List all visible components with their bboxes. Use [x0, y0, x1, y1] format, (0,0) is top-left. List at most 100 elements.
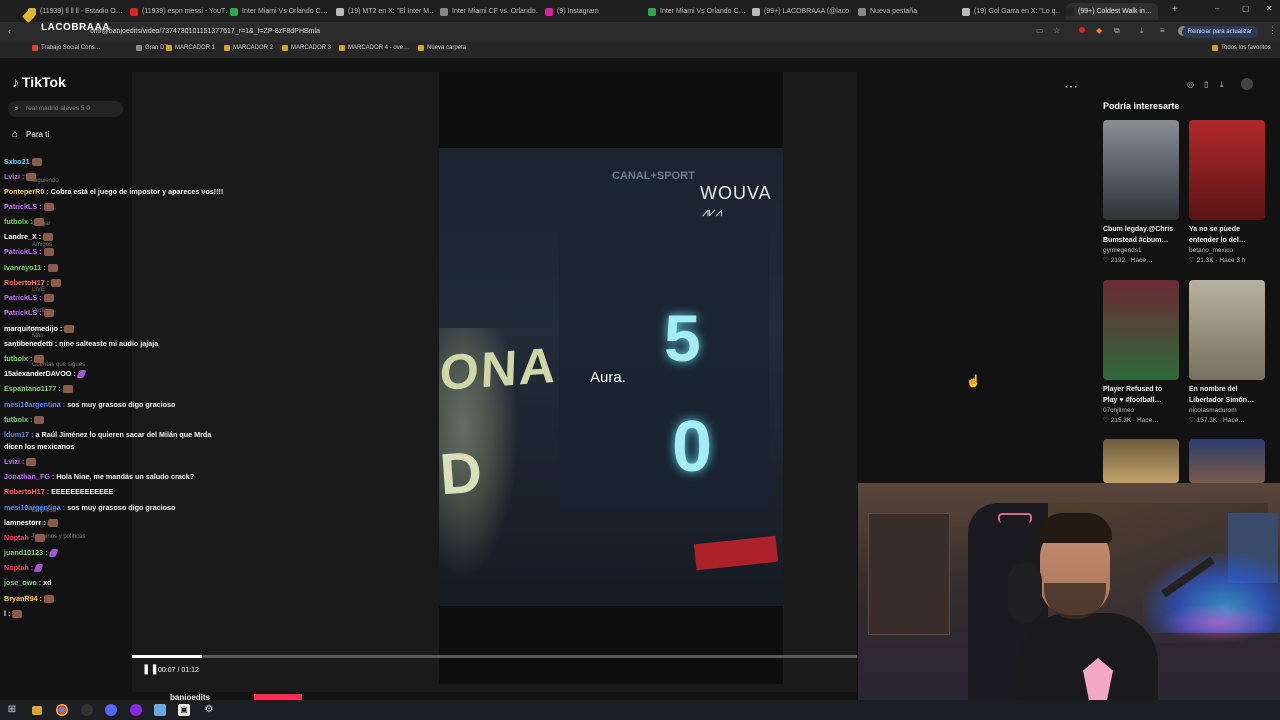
chat-username[interactable]: Noptah : [4, 533, 33, 542]
video-thumbnail[interactable] [1189, 280, 1265, 380]
maximize-icon[interactable]: ▢ [1242, 4, 1250, 13]
video-caption-line[interactable]: Cbum legday.@Chris [1103, 224, 1179, 235]
chat-username[interactable]: Jonathan_FG : [4, 472, 54, 481]
chat-username[interactable]: Espantano1177 : [4, 384, 61, 393]
user-avatar[interactable] [1241, 78, 1253, 90]
bookmark-item[interactable]: MARCADOR 3 [282, 45, 331, 51]
video-author[interactable]: betano_mexico [1189, 246, 1265, 256]
chat-username[interactable]: 15alexanderDAVOO : [4, 369, 76, 378]
chat-username[interactable]: futbolx : [4, 415, 32, 424]
chat-username[interactable]: PatrickLS : [4, 293, 42, 302]
file-explorer-icon[interactable] [32, 706, 42, 715]
star-icon[interactable]: ☆ [1053, 26, 1060, 35]
url-field[interactable]: om/@banjoedits/video/7374730101151377617… [90, 25, 1030, 39]
chat-username[interactable]: Noptah : [4, 563, 33, 572]
recommended-video-card[interactable]: Player Refused to Play ♥ #football… 07chjl… [1103, 280, 1179, 426]
chat-username[interactable]: mesi10argentina : [4, 400, 65, 409]
recommended-video-card[interactable]: Ya no se puede entender lo del… betano_mex… [1189, 120, 1265, 266]
device-icon[interactable]: ▯ [1204, 80, 1208, 89]
browser-tab[interactable]: Inter Miami CF vs. Orlando… [440, 3, 538, 20]
browser-tab[interactable]: Inter Miami Vs Orlando C… [648, 3, 746, 20]
windows-start-icon[interactable]: ⊞ [6, 704, 18, 716]
video-thumbnail[interactable] [1189, 120, 1265, 220]
all-bookmarks[interactable]: Todos los favoritos [1212, 45, 1271, 51]
search-input[interactable]: ⌕ real madrid alaves 5 0 [8, 101, 123, 117]
chat-username[interactable]: futbolx : [4, 217, 32, 226]
chat-username[interactable]: dicen los mexicanos [4, 442, 74, 451]
tab-search-icon[interactable]: ≡ [1160, 26, 1165, 35]
compass-icon[interactable]: ◎ [1187, 80, 1194, 89]
more-options-icon[interactable]: ⋯ [1064, 78, 1078, 95]
browser-tab[interactable]: Inter Miami Vs Orlando C… [230, 3, 328, 20]
brave-icon[interactable]: ◆ [1096, 26, 1102, 35]
chat-username[interactable]: PatrickLS : [4, 202, 42, 211]
chat-username[interactable]: Sxbo21 [4, 157, 30, 166]
chat-username[interactable]: l : [4, 609, 10, 618]
chat-username[interactable]: mesi10argentina : [4, 503, 65, 512]
nav-for-you[interactable]: ⌂ Para ti [12, 129, 49, 140]
video-caption-line[interactable]: Libertador Simón… [1189, 395, 1265, 406]
video-author[interactable]: nicolasmadurom [1189, 406, 1265, 416]
obs-icon[interactable] [81, 704, 93, 716]
chat-username[interactable]: futbolx : [4, 354, 32, 363]
browser-tab[interactable]: (11939) ll ll ll - Estadio O… [28, 3, 126, 20]
chat-username[interactable]: PatrickLS : [4, 308, 42, 317]
video-thumbnail[interactable] [1189, 439, 1265, 483]
video-thumbnail[interactable] [1103, 120, 1179, 220]
chat-username[interactable]: Lvizi : [4, 172, 24, 181]
video-progress-bar[interactable] [132, 655, 857, 658]
chat-username[interactable]: santibenedetti : [4, 339, 57, 348]
chat-username[interactable]: RobertoH17 : [4, 278, 49, 287]
settings-gear-icon[interactable]: ⚙ [203, 704, 215, 716]
chat-username[interactable]: ldum17 : [4, 430, 34, 439]
chat-username[interactable]: PonteperR0 : [4, 187, 49, 196]
chrome-icon[interactable] [56, 704, 68, 716]
video-caption-line[interactable]: Player Refused to [1103, 384, 1179, 395]
chat-username[interactable]: juand10123 : [4, 548, 48, 557]
video-thumbnail[interactable] [1103, 280, 1179, 380]
pause-icon[interactable]: ❚❚ [142, 664, 159, 675]
capture-icon[interactable]: ▣ [178, 704, 190, 716]
menu-icon[interactable]: ⋮ [1268, 25, 1277, 36]
discord-icon[interactable] [105, 704, 117, 716]
video-caption-line[interactable]: Ya no se puede [1189, 224, 1265, 235]
minimize-icon[interactable]: – [1215, 4, 1219, 13]
new-tab-icon[interactable]: + [1172, 4, 1178, 15]
chat-username[interactable]: lamnestorr : [4, 518, 46, 527]
video-author[interactable]: 07chjllmeo [1103, 406, 1179, 416]
download-app-icon[interactable]: ⤓ [1220, 80, 1224, 90]
chat-username[interactable]: Landre_X : [4, 232, 41, 241]
cast-icon[interactable]: ▭ [1036, 26, 1044, 35]
download-icon[interactable]: ⤓ [1140, 26, 1144, 36]
browser-tab[interactable]: (9) Instagram [545, 3, 643, 20]
chat-username[interactable]: marquitomedijo : [4, 324, 62, 333]
bookmark-item[interactable]: MARCADOR 4 - ove… [339, 45, 409, 51]
video-caption-line[interactable]: En nombre del [1189, 384, 1265, 395]
extensions-icon[interactable]: ⧉ [1114, 26, 1120, 36]
app-icon[interactable] [130, 704, 142, 716]
browser-tab[interactable]: (11939) espn messi - YouT… [130, 3, 228, 20]
chat-username[interactable]: Lvizi : [4, 457, 24, 466]
browser-tab[interactable]: (19) Gol Garra en X: "Lo q… [962, 3, 1060, 20]
video-caption-line[interactable]: Play ♥ #football… [1103, 395, 1179, 406]
browser-tab[interactable]: Nueva pestaña [858, 3, 956, 20]
bookmark-item[interactable]: Nueva carpeta [418, 45, 466, 51]
close-icon[interactable]: ✕ [1266, 4, 1273, 13]
chat-username[interactable]: Ivanrayo11 : [4, 263, 46, 272]
video-caption-line[interactable]: Bumstead #cbum… [1103, 235, 1179, 246]
video-thumbnail[interactable] [1103, 439, 1179, 483]
notes-icon[interactable] [154, 704, 166, 716]
video-author[interactable]: gymlegends1 [1103, 246, 1179, 256]
tiktok-logo[interactable]: ♪ TikTok [12, 74, 66, 90]
browser-tab[interactable]: (99+) Coldest Walk in… [1066, 3, 1158, 20]
bookmark-item[interactable]: MARCADOR 1 [166, 45, 215, 51]
chat-username[interactable]: BryanR94 : [4, 594, 42, 603]
bookmark-item[interactable]: Trabajo Social Cons… [32, 45, 101, 51]
back-icon[interactable]: ‹ [8, 26, 11, 36]
recommended-video-card[interactable]: Cbum legday.@Chris Bumstead #cbum… gymlege… [1103, 120, 1179, 266]
browser-tab[interactable]: (99+) LACOBRAAA (@laco… [752, 3, 850, 20]
bookmark-item[interactable]: Gran DT [136, 45, 168, 51]
chat-username[interactable]: RobertoH17 : [4, 487, 49, 496]
recommended-video-card[interactable]: En nombre del Libertador Simón… nicolasmad… [1189, 280, 1265, 426]
chat-username[interactable]: jose_owo : [4, 578, 41, 587]
